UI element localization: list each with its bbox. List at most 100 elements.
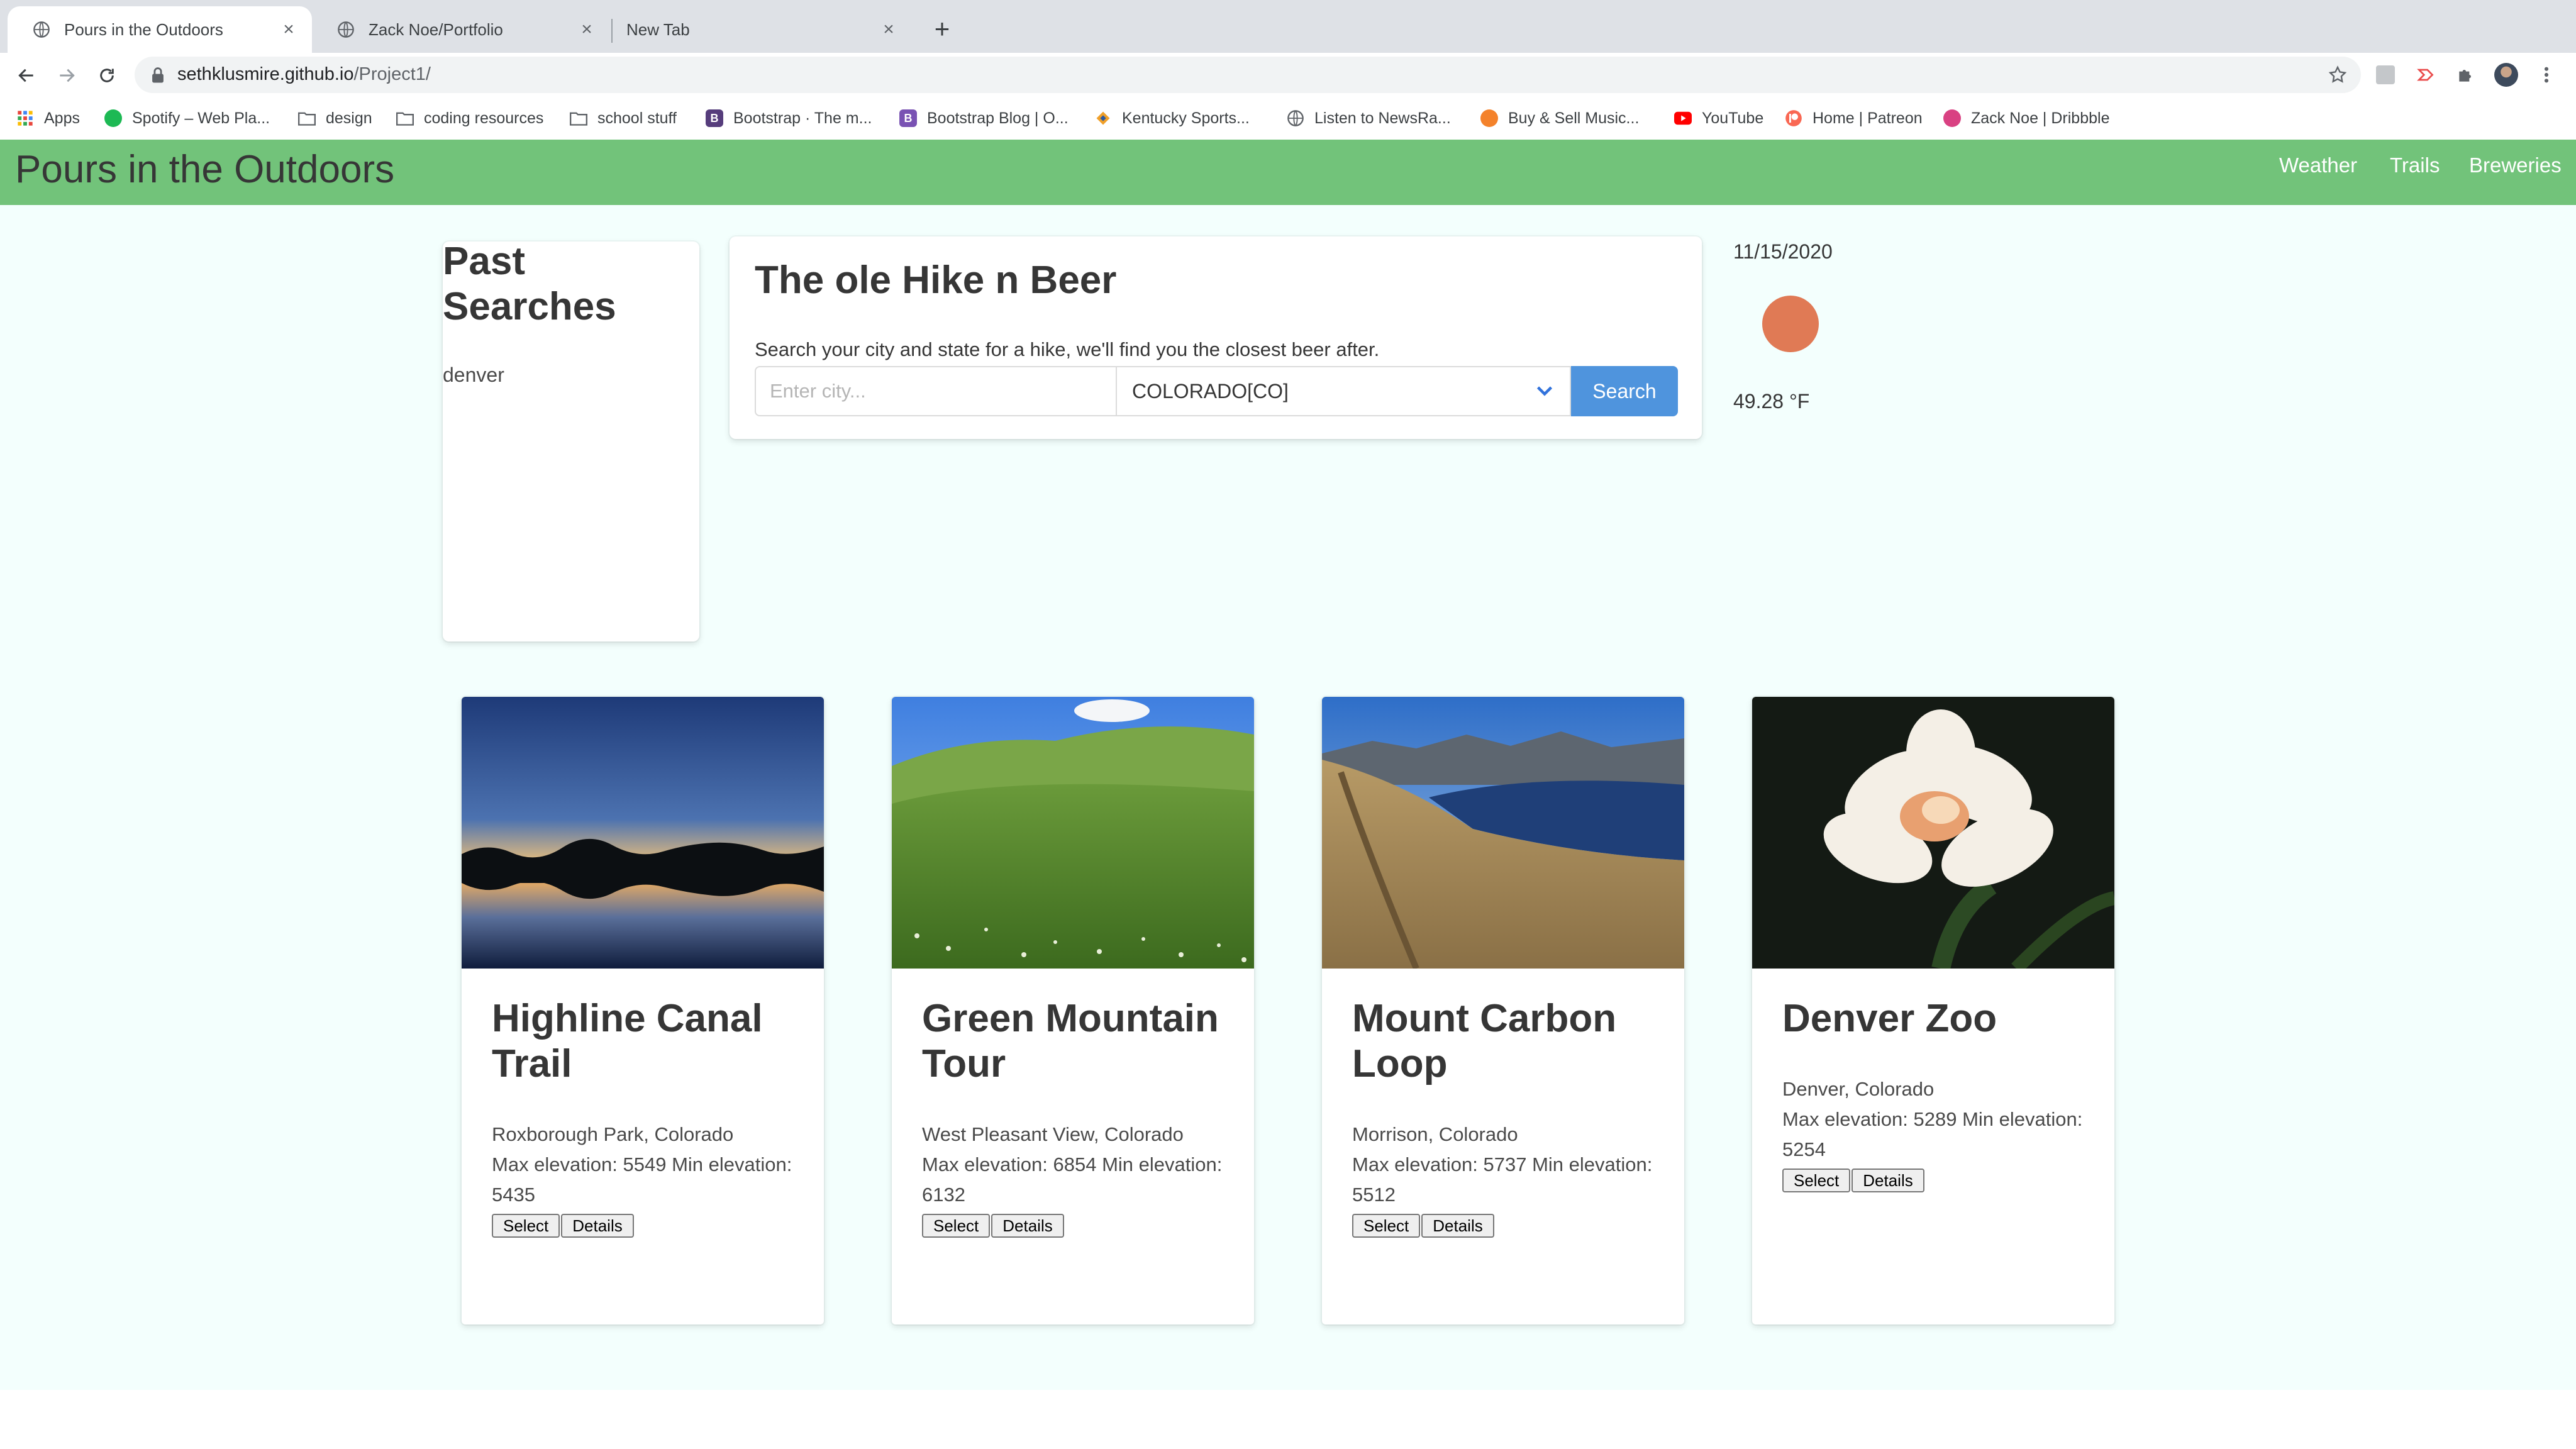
trail-elevation: Max elevation: 5549 Min elevation: 5435 <box>492 1153 792 1206</box>
reservoir-trail-image <box>1322 697 1684 970</box>
bookmark-bootstrap[interactable]: B Bootstrap · The m... <box>706 107 872 130</box>
folder-icon <box>298 109 316 127</box>
trail-card: Highline Canal Trail Roxborough Park, Co… <box>462 697 824 1324</box>
bookmark-label: Bootstrap Blog | O... <box>927 109 1069 127</box>
trail-location: Denver, Colorado <box>1782 1078 1935 1100</box>
reverb-icon <box>1480 109 1498 127</box>
forward-arrow-icon[interactable] <box>55 64 78 87</box>
bookmark-label: Zack Noe | Dribbble <box>1971 109 2110 127</box>
details-button[interactable]: Details <box>1852 1169 1924 1192</box>
url-path: /Project1/ <box>353 64 431 84</box>
bookmark-youtube[interactable]: YouTube <box>1674 107 1763 130</box>
bookmark-label: design <box>326 109 372 127</box>
weather-date: 11/15/2020 <box>1733 240 1833 263</box>
address-bar[interactable] <box>135 57 2361 93</box>
tab-title: Zack Noe/Portfolio <box>369 19 503 39</box>
bootstrap-icon: B <box>899 109 917 127</box>
bookmark-label: Listen to NewsRa... <box>1314 109 1451 127</box>
bookmark-label: Buy & Sell Music... <box>1508 109 1640 127</box>
new-tab-button[interactable]: + <box>930 16 955 42</box>
bookmark-apps[interactable]: Apps <box>16 107 80 130</box>
dribbble-icon <box>1943 109 1961 127</box>
spotify-icon <box>104 109 122 127</box>
nav-link-weather[interactable]: Weather <box>2279 153 2357 177</box>
select-button[interactable]: Select <box>492 1214 560 1238</box>
tab-zack-noe-portfolio[interactable]: Zack Noe/Portfolio × <box>312 6 610 53</box>
bookmark-newsradio[interactable]: Listen to NewsRa... <box>1287 107 1451 130</box>
extensions-puzzle-icon[interactable] <box>2454 63 2478 87</box>
close-tab-icon[interactable]: × <box>279 20 298 39</box>
trail-title: Mount Carbon Loop <box>1352 997 1617 1085</box>
extension-gray-icon[interactable] <box>2373 63 2397 87</box>
bookmark-label: YouTube <box>1702 109 1764 127</box>
past-searches-title: Past Searches <box>443 240 616 328</box>
ksr-icon <box>1094 109 1112 127</box>
youtube-icon <box>1674 109 1692 127</box>
trail-card: Green Mountain Tour West Pleasant View, … <box>892 697 1254 1324</box>
state-select-value: COLORADO[CO] <box>1132 379 1289 402</box>
profile-avatar[interactable] <box>2494 63 2518 87</box>
trail-elevation: Max elevation: 5737 Min elevation: 5512 <box>1352 1153 1653 1206</box>
bookmark-kentucky-sports[interactable]: Kentucky Sports... <box>1094 107 1250 130</box>
tab-title: Pours in the Outdoors <box>64 19 223 39</box>
past-search-item[interactable]: denver <box>443 364 504 387</box>
bookmark-folder-school-stuff[interactable]: school stuff <box>570 107 677 130</box>
tab-new-tab[interactable]: New Tab × <box>614 6 912 53</box>
bookmark-folder-coding-resources[interactable]: coding resources <box>396 107 543 130</box>
trail-location: Roxborough Park, Colorado <box>492 1123 734 1145</box>
details-button[interactable]: Details <box>991 1214 1064 1238</box>
patreon-icon <box>1785 109 1802 127</box>
sunset-lake-image <box>462 697 824 969</box>
page-bottom-area <box>0 1390 2576 1449</box>
url-text[interactable]: sethklusmire.github.io/Project1/ <box>177 64 431 85</box>
site-brand[interactable]: Pours in the Outdoors <box>15 147 394 192</box>
bookmark-label: Bootstrap · The m... <box>733 109 872 127</box>
search-description: Search your city and state for a hike, w… <box>755 338 1380 360</box>
bookmark-label: coding resources <box>424 109 544 127</box>
search-button[interactable]: Search <box>1571 366 1678 416</box>
bookmark-patreon[interactable]: Home | Patreon <box>1785 107 1923 130</box>
select-button[interactable]: Select <box>1782 1169 1851 1192</box>
nav-link-trails[interactable]: Trails <box>2390 153 2440 177</box>
details-button[interactable]: Details <box>561 1214 634 1238</box>
chevron-down-icon[interactable] <box>1533 380 1556 402</box>
bookmark-label: school stuff <box>597 109 677 127</box>
bootstrap-icon: B <box>706 109 723 127</box>
folder-icon <box>570 109 587 127</box>
globe-icon <box>1287 109 1304 127</box>
trail-title: Denver Zoo <box>1782 997 1997 1040</box>
trail-title: Highline Canal Trail <box>492 997 763 1085</box>
kebab-menu-icon[interactable] <box>2534 63 2558 87</box>
bookmark-label: Kentucky Sports... <box>1122 109 1250 127</box>
bookmark-reverb[interactable]: Buy & Sell Music... <box>1480 107 1639 130</box>
select-button[interactable]: Select <box>1352 1214 1421 1238</box>
bookmark-label: Apps <box>44 109 80 127</box>
trail-elevation: Max elevation: 6854 Min elevation: 6132 <box>922 1153 1223 1206</box>
back-arrow-icon[interactable] <box>15 64 38 87</box>
bookmark-folder-design[interactable]: design <box>298 107 372 130</box>
trail-location: Morrison, Colorado <box>1352 1123 1518 1145</box>
tab-pours-in-the-outdoors[interactable]: Pours in the Outdoors × <box>8 6 312 53</box>
bookmark-star-icon[interactable] <box>2326 63 2350 87</box>
extension-red-icon[interactable] <box>2414 63 2438 87</box>
close-tab-icon[interactable]: × <box>879 20 898 39</box>
trail-location: West Pleasant View, Colorado <box>922 1123 1184 1145</box>
bookmark-bootstrap-blog[interactable]: B Bootstrap Blog | O... <box>899 107 1069 130</box>
reload-icon[interactable] <box>96 64 118 87</box>
trail-card: Denver Zoo Denver, Colorado Max elevatio… <box>1752 697 2114 1324</box>
select-button[interactable]: Select <box>922 1214 991 1238</box>
bookmark-dribbble[interactable]: Zack Noe | Dribbble <box>1943 107 2109 130</box>
weather-sun-icon <box>1762 296 1819 352</box>
weather-temperature: 49.28 °F <box>1733 390 1810 413</box>
globe-icon <box>337 21 355 38</box>
close-tab-icon[interactable]: × <box>577 20 596 39</box>
nav-link-breweries[interactable]: Breweries <box>2469 153 2562 177</box>
lock-icon[interactable] <box>150 67 166 84</box>
search-title: The ole Hike n Beer <box>755 258 1117 302</box>
details-button[interactable]: Details <box>1421 1214 1494 1238</box>
url-host: sethklusmire.github.io <box>177 64 354 84</box>
state-select[interactable]: COLORADO[CO] <box>1117 366 1571 416</box>
bookmark-label: Home | Patreon <box>1813 109 1923 127</box>
city-input[interactable] <box>755 366 1117 416</box>
bookmark-spotify[interactable]: Spotify – Web Pla... <box>104 107 270 130</box>
